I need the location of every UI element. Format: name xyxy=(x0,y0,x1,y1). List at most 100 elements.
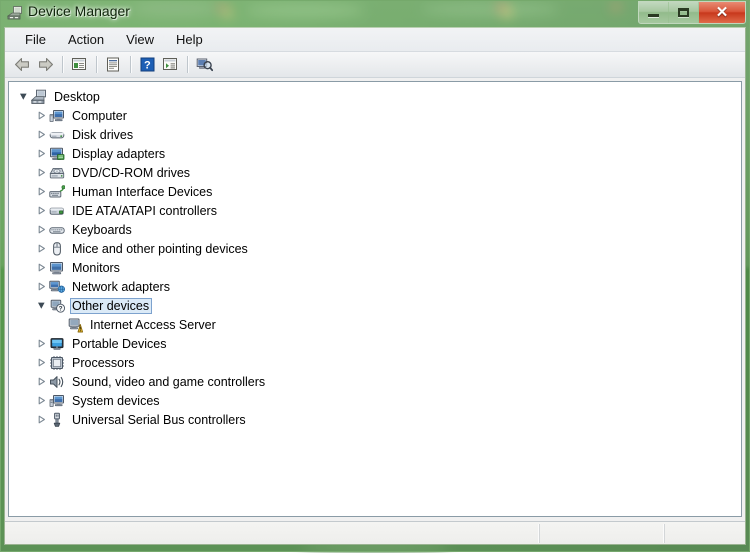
maximize-button[interactable] xyxy=(669,2,699,23)
tree-node[interactable]: Portable Devices xyxy=(9,334,741,353)
status-pane-main xyxy=(6,524,539,543)
tree-node[interactable]: Computer xyxy=(9,106,741,125)
tree-node[interactable]: Keyboards xyxy=(9,220,741,239)
tree-node[interactable]: IDE ATA/ATAPI controllers xyxy=(9,201,741,220)
tree-twisty-leaf xyxy=(51,315,67,334)
tree-node-label: Internet Access Server xyxy=(90,317,216,332)
device-manager-icon xyxy=(7,6,22,20)
tree-node-label: Sound, video and game controllers xyxy=(72,374,266,389)
help-button[interactable]: ? xyxy=(136,54,158,75)
expand-triangle-icon xyxy=(38,206,45,215)
properties-button[interactable] xyxy=(102,54,124,75)
tree-node-label: Mice and other pointing devices xyxy=(72,241,248,256)
back-button[interactable] xyxy=(11,54,33,75)
tree-twisty-collapsed[interactable] xyxy=(33,125,49,144)
desktop-computer-icon xyxy=(31,89,46,104)
status-pane-second xyxy=(539,524,664,543)
tree-node-label: Processors xyxy=(72,355,135,370)
forward-button[interactable] xyxy=(34,54,56,75)
tree-twisty-expanded[interactable] xyxy=(33,296,49,315)
svg-text:?: ? xyxy=(59,305,63,312)
menu-file[interactable]: File xyxy=(14,30,57,50)
tree-node[interactable]: Mice and other pointing devices xyxy=(9,239,741,258)
device-manager-window: Device Manager ✕ File Action View Help ?… xyxy=(0,0,750,552)
tree-twisty-collapsed[interactable] xyxy=(33,239,49,258)
tree-node-label: Universal Serial Bus controllers xyxy=(72,412,246,427)
tree-node[interactable]: Disk drives xyxy=(9,125,741,144)
tree-node[interactable]: ? Other devices xyxy=(9,296,741,315)
tree-twisty-expanded[interactable] xyxy=(15,87,31,106)
tree-node-label: Monitors xyxy=(72,260,120,275)
tree-twisty-collapsed[interactable] xyxy=(33,334,49,353)
tree-node-label: Portable Devices xyxy=(72,336,167,351)
scan-hardware-changes-button[interactable] xyxy=(193,54,215,75)
tree-twisty-collapsed[interactable] xyxy=(33,163,49,182)
expand-triangle-icon xyxy=(38,187,45,196)
tree-node-label: Human Interface Devices xyxy=(72,184,213,199)
forward-arrow-icon xyxy=(38,58,53,71)
update-driver-icon xyxy=(163,58,177,70)
tree-node[interactable]: Monitors xyxy=(9,258,741,277)
tree-twisty-collapsed[interactable] xyxy=(33,144,49,163)
console-tree-icon xyxy=(72,58,86,70)
tree-twisty-collapsed[interactable] xyxy=(33,201,49,220)
tree-twisty-collapsed[interactable] xyxy=(33,277,49,296)
ide-controller-icon xyxy=(49,207,64,215)
toolbar-separator xyxy=(130,56,131,73)
menu-help[interactable]: Help xyxy=(165,30,214,50)
expand-triangle-icon xyxy=(38,396,45,405)
tree-twisty-collapsed[interactable] xyxy=(33,353,49,372)
minimize-button[interactable] xyxy=(639,2,669,23)
tree-node[interactable]: Display adapters xyxy=(9,144,741,163)
close-icon: ✕ xyxy=(715,4,729,21)
tree-node-label: Desktop xyxy=(54,89,100,104)
tree-twisty-collapsed[interactable] xyxy=(33,106,49,125)
tree-node[interactable]: Universal Serial Bus controllers xyxy=(9,410,741,429)
expand-triangle-icon xyxy=(38,130,45,139)
tree-node[interactable]: Network adapters xyxy=(9,277,741,296)
title-bar[interactable]: Device Manager ✕ xyxy=(0,0,750,27)
status-pane-third xyxy=(664,524,743,543)
minimize-icon xyxy=(648,14,659,17)
tree-node[interactable]: DVD/CD-ROM drives xyxy=(9,163,741,182)
tree-node-label: Display adapters xyxy=(72,146,166,161)
device-tree-pane[interactable]: Desktop Computer Disk drives Display adapte… xyxy=(8,81,742,517)
tree-twisty-collapsed[interactable] xyxy=(33,391,49,410)
expand-triangle-icon xyxy=(38,244,45,253)
tree-twisty-collapsed[interactable] xyxy=(33,410,49,429)
tree-twisty-collapsed[interactable] xyxy=(33,182,49,201)
tree-node[interactable]: Sound, video and game controllers xyxy=(9,372,741,391)
toolbar-separator xyxy=(96,56,97,73)
unknown-device-icon: ? xyxy=(50,299,65,313)
disk-drive-icon xyxy=(49,131,65,138)
menu-bar: File Action View Help xyxy=(5,28,745,52)
close-button[interactable]: ✕ xyxy=(699,2,745,23)
show-hide-console-tree-button[interactable] xyxy=(68,54,90,75)
tree-node[interactable]: Processors xyxy=(9,353,741,372)
tree-node[interactable]: Human Interface Devices xyxy=(9,182,741,201)
expand-triangle-icon xyxy=(38,415,45,424)
window-caption-buttons: ✕ xyxy=(638,1,746,24)
menu-view[interactable]: View xyxy=(115,30,165,50)
sound-controller-icon xyxy=(50,375,64,388)
tree-twisty-collapsed[interactable] xyxy=(33,258,49,277)
tree-twisty-collapsed[interactable] xyxy=(33,372,49,391)
update-driver-button[interactable] xyxy=(159,54,181,75)
tree-node[interactable]: System devices xyxy=(9,391,741,410)
window-client-area: File Action View Help ? Desktop Computer… xyxy=(4,27,746,545)
expand-triangle-icon xyxy=(38,377,45,386)
collapse-triangle-icon xyxy=(37,302,45,309)
tree-node-root[interactable]: Desktop xyxy=(9,87,741,106)
expand-triangle-icon xyxy=(38,168,45,177)
toolbar-separator xyxy=(62,56,63,73)
menu-action[interactable]: Action xyxy=(57,30,115,50)
tree-node[interactable]: Internet Access Server xyxy=(9,315,741,334)
help-question-icon: ? xyxy=(140,57,154,72)
tree-node-label: System devices xyxy=(72,393,160,408)
expand-triangle-icon xyxy=(38,339,45,348)
usb-controller-icon xyxy=(53,412,61,427)
tree-twisty-collapsed[interactable] xyxy=(33,220,49,239)
device-tree: Desktop Computer Disk drives Display adapte… xyxy=(9,82,741,429)
expand-triangle-icon xyxy=(38,282,45,291)
maximize-icon xyxy=(678,8,689,17)
